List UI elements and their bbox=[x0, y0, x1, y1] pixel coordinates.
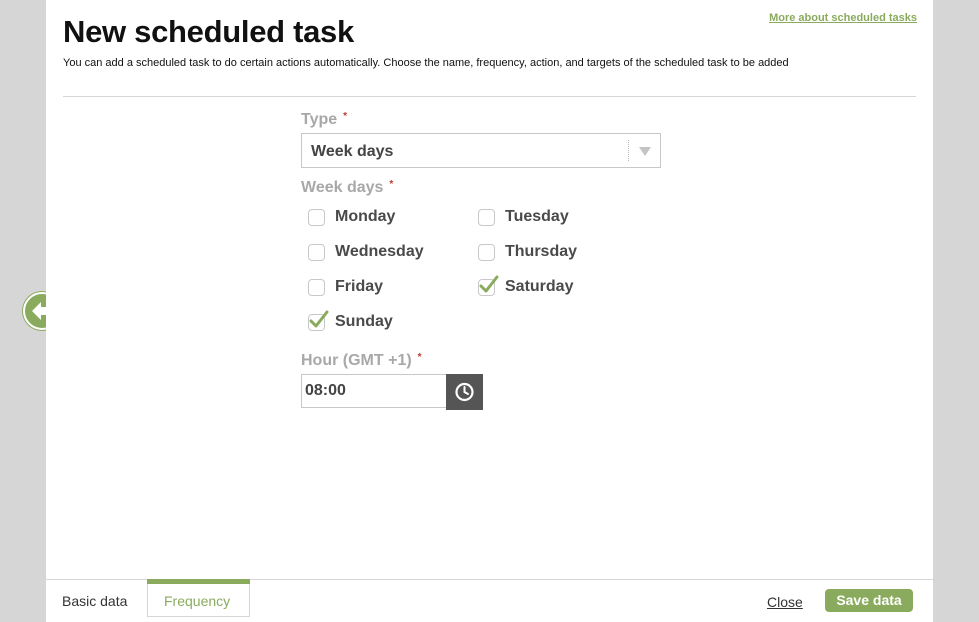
checkbox-box[interactable] bbox=[478, 275, 499, 296]
required-mark: * bbox=[389, 179, 394, 190]
type-select-value: Week days bbox=[311, 143, 394, 160]
checkbox-label: Sunday bbox=[335, 313, 393, 330]
tab-basic-data[interactable]: Basic data bbox=[62, 593, 127, 609]
checkbox-box[interactable] bbox=[308, 310, 329, 331]
checkbox-wednesday[interactable]: Wednesday bbox=[308, 243, 424, 261]
chevron-down-icon bbox=[639, 147, 651, 156]
hour-label: Hour (GMT +1) * bbox=[301, 352, 422, 370]
active-tab-indicator bbox=[147, 579, 250, 584]
hour-input[interactable] bbox=[301, 374, 446, 408]
tab-label: Frequency bbox=[164, 593, 231, 609]
save-data-button[interactable]: Save data bbox=[825, 589, 913, 612]
select-separator bbox=[628, 140, 629, 161]
type-label-text: Type bbox=[301, 111, 338, 128]
week-days-label: Week days * bbox=[301, 179, 393, 197]
tab-frequency[interactable]: Frequency bbox=[147, 579, 250, 617]
required-mark: * bbox=[417, 352, 422, 363]
checkbox-tuesday[interactable]: Tuesday bbox=[478, 208, 569, 226]
clock-icon bbox=[455, 382, 474, 402]
page-subtitle: You can add a scheduled task to do certa… bbox=[63, 57, 789, 69]
checkbox-box[interactable] bbox=[308, 208, 325, 226]
type-label: Type * bbox=[301, 111, 347, 129]
checkbox-box[interactable] bbox=[478, 208, 495, 226]
week-days-label-text: Week days bbox=[301, 179, 384, 196]
checkbox-label: Monday bbox=[335, 208, 396, 225]
checkmark-icon bbox=[479, 275, 499, 292]
checkbox-thursday[interactable]: Thursday bbox=[478, 243, 577, 261]
checkbox-label: Tuesday bbox=[505, 208, 569, 225]
checkbox-label: Thursday bbox=[505, 243, 578, 260]
checkbox-label: Wednesday bbox=[335, 243, 424, 260]
checkbox-sunday[interactable]: Sunday bbox=[308, 310, 393, 331]
header-divider bbox=[63, 96, 916, 97]
checkbox-box[interactable] bbox=[478, 243, 495, 261]
checkbox-friday[interactable]: Friday bbox=[308, 278, 383, 296]
close-button[interactable]: Close bbox=[767, 594, 803, 610]
page-title: New scheduled task bbox=[63, 14, 354, 49]
more-about-link[interactable]: More about scheduled tasks bbox=[769, 12, 917, 24]
required-mark: * bbox=[343, 111, 348, 122]
checkbox-box[interactable] bbox=[308, 243, 325, 261]
dialog-panel: New scheduled task You can add a schedul… bbox=[46, 0, 933, 622]
hour-label-text: Hour (GMT +1) bbox=[301, 352, 412, 369]
checkbox-box[interactable] bbox=[308, 278, 325, 296]
checkbox-saturday[interactable]: Saturday bbox=[478, 275, 574, 296]
checkbox-label: Friday bbox=[335, 278, 384, 295]
clock-picker-button[interactable] bbox=[446, 374, 483, 410]
checkbox-label: Saturday bbox=[505, 278, 574, 295]
type-select[interactable]: Week days bbox=[301, 133, 661, 168]
checkmark-icon bbox=[309, 310, 329, 327]
checkbox-monday[interactable]: Monday bbox=[308, 208, 395, 226]
